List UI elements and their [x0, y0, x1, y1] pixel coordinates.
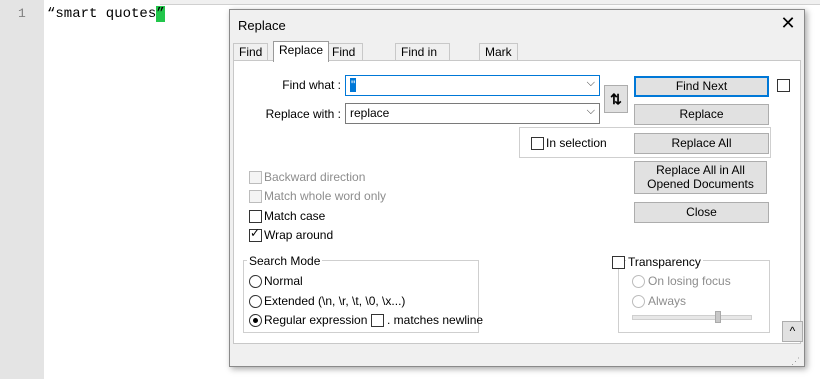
replace-all-button[interactable]: Replace All — [634, 133, 769, 154]
matches-newline-label: . matches newline — [387, 313, 484, 327]
dialog-footer: ⋰ — [230, 344, 804, 366]
find-what-combo[interactable]: " ⌵ — [345, 75, 600, 96]
on-losing-focus-radio[interactable] — [632, 275, 645, 288]
close-icon[interactable]: ✕ — [778, 13, 798, 33]
chevron-down-icon[interactable]: ⌵ — [587, 105, 595, 118]
search-mode-title: Search Mode — [247, 254, 323, 268]
wrap-around-label: Wrap around — [264, 228, 334, 242]
normal-label: Normal — [264, 274, 303, 288]
chevron-down-icon[interactable]: ⌵ — [587, 77, 595, 90]
backward-direction-label: Backward direction — [264, 170, 366, 184]
checkmark-icon: ✓ — [250, 226, 261, 240]
normal-radio[interactable] — [249, 275, 262, 288]
always-label: Always — [648, 294, 687, 308]
extended-radio[interactable] — [249, 295, 262, 308]
line-number: 1 — [18, 6, 26, 21]
code-text: “smart quotes — [47, 6, 157, 22]
tab-replace[interactable]: Replace — [273, 41, 330, 62]
always-radio[interactable] — [632, 295, 645, 308]
tab-mark[interactable]: Mark — [479, 43, 518, 61]
replace-with-value: replace — [350, 106, 390, 120]
extra-checkbox[interactable] — [777, 79, 790, 92]
replace-button[interactable]: Replace — [634, 104, 769, 125]
tab-panel: Find what : " ⌵ Replace with : replace ⌵… — [233, 60, 803, 344]
tab-find-in-files[interactable]: Find in Files — [326, 43, 364, 93]
tab-strip — [160, 0, 820, 5]
match-case-label: Match case — [264, 209, 326, 223]
slider-thumb[interactable] — [715, 311, 721, 323]
in-selection-label: In selection — [546, 136, 607, 150]
transparency-slider[interactable] — [632, 315, 752, 320]
match-case-checkbox[interactable] — [249, 210, 262, 223]
collapse-up-icon[interactable]: ^ — [782, 321, 803, 342]
resize-grip-icon[interactable]: ⋰ — [791, 356, 801, 366]
dialog-title: Replace — [238, 18, 286, 33]
matches-newline-checkbox[interactable] — [371, 314, 384, 327]
find-next-button[interactable]: Find Next — [634, 76, 769, 97]
on-losing-focus-label: On losing focus — [648, 274, 731, 288]
line-number-gutter: 1 — [0, 0, 44, 379]
replace-with-label: Replace with : — [265, 107, 341, 121]
match-whole-word-label: Match whole word only — [264, 189, 387, 203]
tab-find-in-projects[interactable]: Find in Projects — [395, 43, 451, 76]
replace-dialog: Replace ✕ Find Replace Find in Files Fin… — [229, 9, 805, 367]
regex-label: Regular expression — [264, 313, 368, 327]
extended-label: Extended (\n, \r, \t, \0, \x...) — [264, 294, 406, 308]
replace-all-opened-button[interactable]: Replace All in All Opened Documents — [634, 161, 767, 194]
close-button[interactable]: Close — [634, 202, 769, 223]
find-what-label: Find what : — [282, 78, 341, 92]
tab-find[interactable]: Find — [233, 43, 269, 61]
transparency-checkbox[interactable] — [612, 256, 625, 269]
regex-radio[interactable] — [249, 314, 262, 327]
replace-with-combo[interactable]: replace ⌵ — [345, 103, 600, 124]
wrap-around-checkbox[interactable]: ✓ — [249, 226, 262, 242]
code-line[interactable]: “smart quotes” — [47, 6, 165, 22]
selected-char: ” — [156, 6, 165, 22]
radio-selected-dot — [253, 318, 258, 323]
transparency-label: Transparency — [626, 255, 703, 269]
match-whole-word-checkbox[interactable] — [249, 190, 262, 203]
swap-icon[interactable]: ⇅ — [604, 85, 628, 113]
find-what-value: " — [350, 78, 357, 92]
in-selection-checkbox[interactable] — [531, 137, 544, 150]
backward-direction-checkbox[interactable] — [249, 171, 262, 184]
